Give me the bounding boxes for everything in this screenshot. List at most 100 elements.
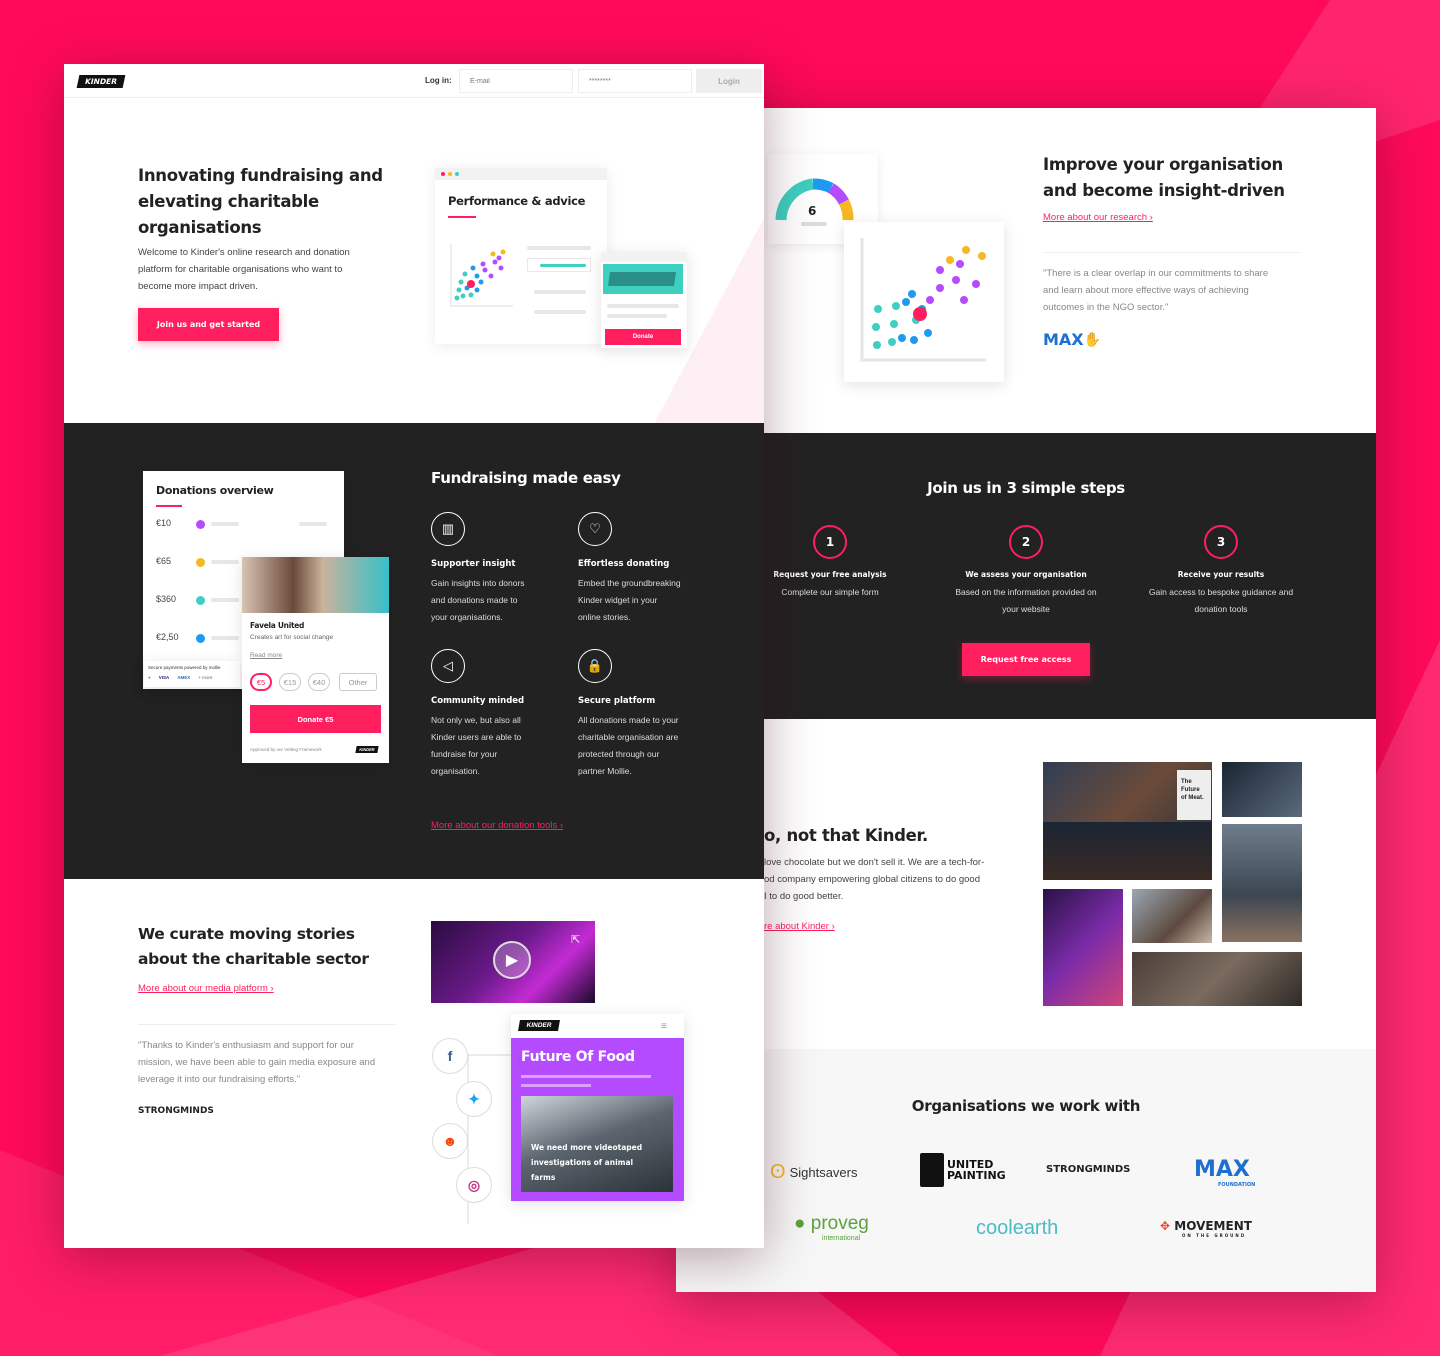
scatter-dot [470, 265, 476, 271]
reddit-icon[interactable]: ☻ [432, 1123, 468, 1159]
password-input[interactable] [578, 69, 692, 93]
hero-description: Welcome to Kinder's online research and … [138, 247, 350, 292]
scatter-dot [956, 260, 964, 268]
right-page: 6 Improve your organisation and become in… [676, 108, 1376, 1292]
header: KINDER Log in: Login [64, 64, 764, 98]
event-photo-1: The Future of Meat. [1043, 762, 1212, 880]
scatter-dot [890, 320, 898, 328]
scatter-dot [488, 273, 494, 279]
about-title: o, not that Kinder. [764, 826, 929, 845]
event-photo-4 [1043, 889, 1123, 1006]
scatter-dot [946, 256, 954, 264]
phone-photo: We need more videotaped investigations of… [521, 1096, 673, 1192]
facebook-icon[interactable]: f [432, 1038, 468, 1074]
scatter-dot [492, 259, 498, 265]
secure-payments: Secure payments powered by mollie ● VISA A… [144, 661, 240, 687]
donation-amount: €10 [156, 518, 172, 528]
logo-max: MAX FOUNDATION [1194, 1157, 1256, 1188]
scatter-dot [888, 338, 896, 346]
amount-bar [299, 522, 327, 526]
scatter-card [844, 222, 1004, 382]
scatter-dot [490, 251, 496, 257]
step-number: 2 [1009, 525, 1043, 559]
orgs-title: Organisations we work with [911, 1097, 1141, 1115]
phone-logo: KINDER [518, 1020, 560, 1031]
poster-text: The Future of Meat. [1177, 770, 1211, 820]
scatter-dot [500, 249, 506, 255]
scatter-dot [496, 255, 502, 261]
amount-bar [211, 560, 239, 564]
feature-desc: Not only we, but also all Kinder users ar… [431, 715, 522, 776]
scatter-dot [462, 271, 468, 277]
twitter-icon[interactable]: ✦ [456, 1081, 492, 1117]
scatter-dot [474, 287, 480, 293]
feature-title: Community minded [431, 696, 525, 706]
scatter-dot [952, 276, 960, 284]
feature-title: Secure platform [578, 696, 656, 706]
research-link[interactable]: More about our research › [1043, 212, 1153, 223]
research-title: Improve your organisation and become insi… [1043, 155, 1285, 200]
chip-40[interactable]: €40 [308, 673, 330, 691]
steps-section: Join us in 3 simple steps 1 Request your … [676, 433, 1376, 719]
approved-text: Approved by our Vetting Framework [250, 747, 322, 752]
scatter-chart [860, 238, 986, 362]
feature-desc: All donations made to your charitable org… [578, 715, 679, 776]
fundraising-title: Fundraising made easy [431, 469, 621, 487]
research-quote: "There is a clear overlap in our commitm… [1043, 268, 1269, 313]
scatter-dot [910, 336, 918, 344]
logo-strongminds: STRONGMINDS [1046, 1164, 1131, 1175]
email-input[interactable] [459, 69, 573, 93]
step-title: Receive your results [1177, 570, 1265, 579]
instagram-icon[interactable]: ◎ [456, 1167, 492, 1203]
about-link[interactable]: re about Kinder › [764, 921, 835, 932]
scatter-dot [892, 302, 900, 310]
amount-bar [211, 598, 239, 602]
chip-15[interactable]: €15 [279, 673, 301, 691]
donate-5-button[interactable]: Donate €5 [250, 705, 381, 733]
hero-title: Innovating fundraising and elevating char… [138, 166, 383, 237]
scatter-dot [872, 323, 880, 331]
feature-title: Supporter insight [431, 559, 516, 569]
amount-bar [211, 636, 239, 640]
video-thumbnail[interactable]: ▶ ⇱ [431, 921, 595, 1003]
step-title: We assess your organisation [965, 570, 1087, 579]
logo-united-painting: UNITED PAINTING [920, 1153, 1006, 1187]
join-button[interactable]: Join us and get started [138, 308, 279, 341]
read-more-link[interactable]: Read more [250, 652, 282, 659]
event-photo-3 [1222, 824, 1302, 942]
left-page: KINDER Log in: Login Innovating fundrais… [64, 64, 764, 1248]
scatter-dot [962, 246, 970, 254]
media-platform-link[interactable]: More about our media platform › [138, 983, 274, 994]
scatter-dot [936, 266, 944, 274]
chip-other[interactable]: Other [339, 673, 377, 691]
request-access-button[interactable]: Request free access [962, 643, 1090, 676]
chip-5[interactable]: €5 [250, 673, 272, 691]
login-label: Log in: [425, 76, 452, 85]
performance-title: Performance & advice [448, 194, 586, 208]
step-number: 3 [1204, 525, 1238, 559]
amount-dot [196, 558, 205, 567]
feature-desc: Gain insights into donors and donations m… [431, 578, 525, 622]
scatter-dot [468, 292, 474, 298]
scatter-dot [498, 265, 504, 271]
step-number: 1 [813, 525, 847, 559]
play-icon[interactable]: ▶ [493, 941, 531, 979]
scatter-dot [898, 334, 906, 342]
login-button[interactable]: Login [696, 69, 762, 93]
scatter-dot [460, 293, 466, 299]
steps-title: Join us in 3 simple steps [927, 479, 1125, 497]
feature-desc: Embed the groundbreaking Kinder widget in… [578, 578, 681, 622]
scatter-dot [913, 307, 927, 321]
scatter-dot [478, 279, 484, 285]
kinder-logo[interactable]: KINDER [76, 75, 126, 88]
external-link-icon[interactable]: ⇱ [571, 933, 580, 946]
logo-movement: ✥ MOVEMENT ON THE GROUND [1160, 1219, 1252, 1238]
scatter-dot [480, 261, 486, 267]
scatter-dot [456, 287, 462, 293]
donation-tools-link[interactable]: More about our donation tools › [431, 820, 563, 831]
scatter-dot [926, 296, 934, 304]
event-photo-5 [1132, 889, 1212, 943]
strongminds-quote-logo: STRONGMINDS [138, 1106, 214, 1116]
menu-icon[interactable]: ≡ [661, 1021, 667, 1032]
favela-desc: Creates art for social change [250, 634, 334, 641]
